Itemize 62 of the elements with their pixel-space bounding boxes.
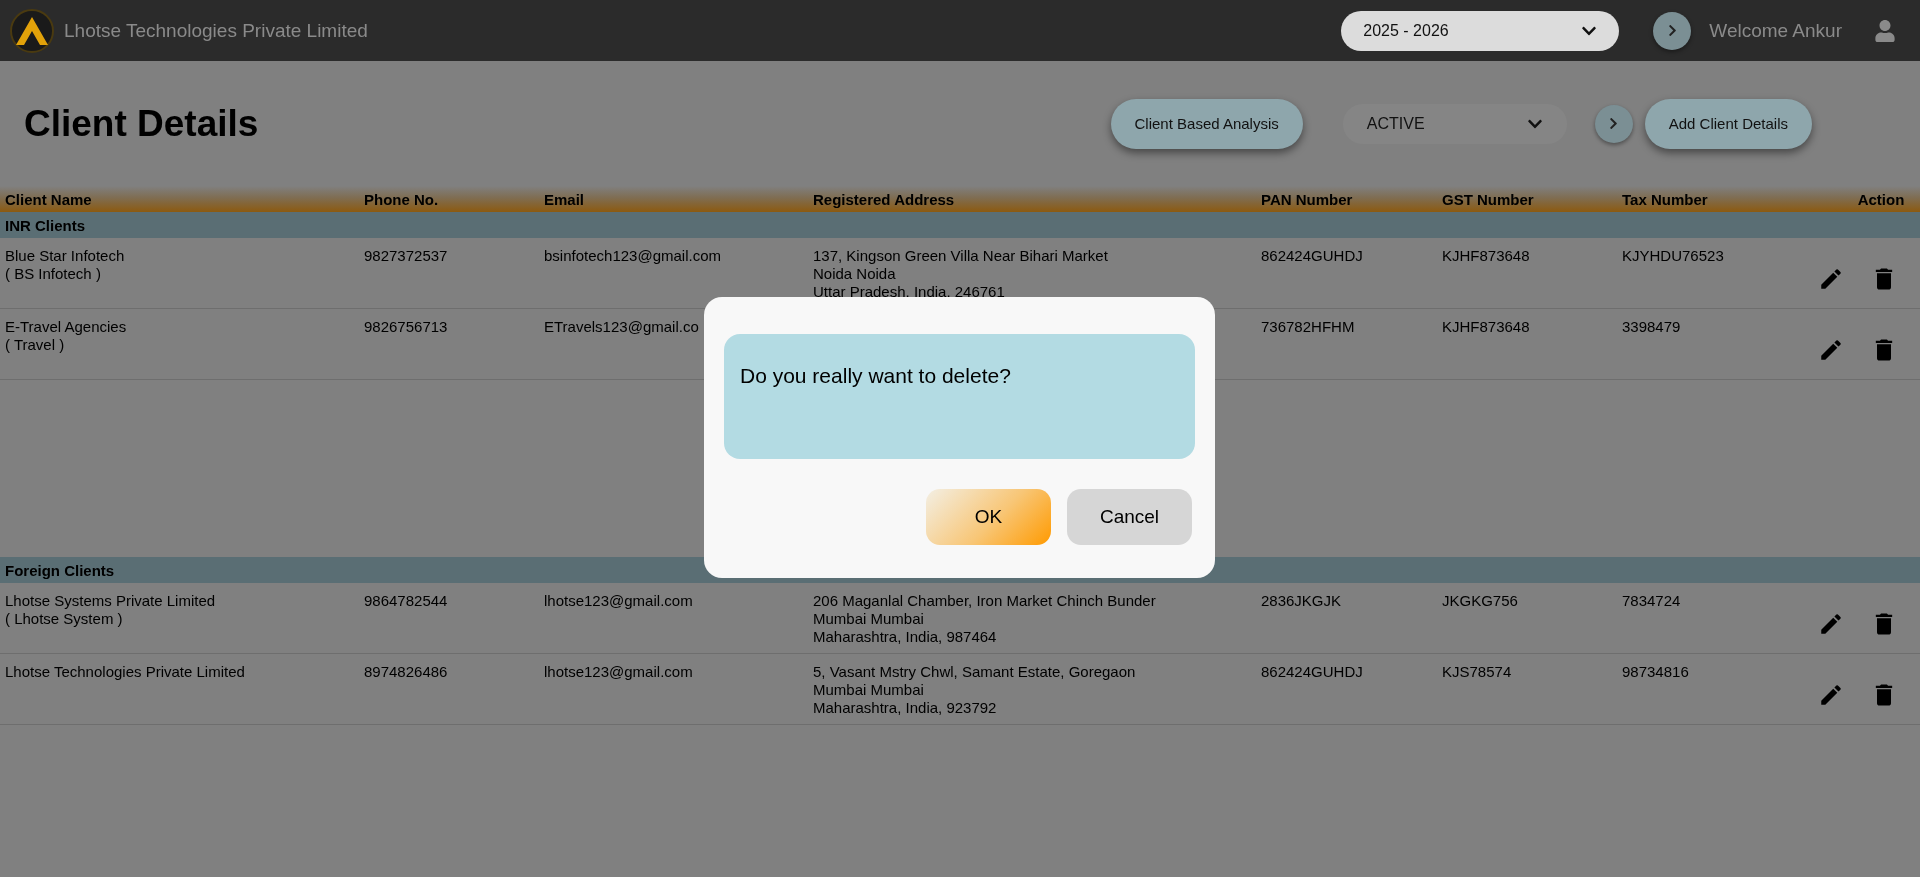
edit-icon[interactable] (1818, 682, 1844, 708)
address-line: Uttar Pradesh, India, 246761 (813, 283, 1006, 301)
address-line: Noida Noida (813, 265, 897, 283)
table-cell-text: bsinfotech123@gmail.com (544, 247, 722, 265)
table-cell-text: 9864782544 (364, 592, 449, 610)
table-cell-text: KJS78574 (1442, 663, 1513, 681)
table-cell-text: 3398479 (1622, 318, 1682, 336)
table-cell-text: 736782HFHM (1261, 318, 1356, 336)
table-cell-text: 7834724 (1622, 592, 1682, 610)
client-name: Lhotse Technologies Private Limited (5, 663, 246, 681)
table-cell-text: 862424GUHDJ (1261, 663, 1364, 681)
address-line: Mumbai Mumbai (813, 681, 925, 699)
analysis-button[interactable]: Client Based Analysis (1110, 98, 1303, 149)
table-cell-text: lhotse123@gmail.com (544, 592, 694, 610)
table-cell-text: KJHF873648 (1442, 247, 1531, 265)
add-client-button[interactable]: Add Client Details (1644, 98, 1812, 149)
column-header: GST Number (1442, 190, 1534, 208)
group-header: INR Clients (0, 212, 1920, 238)
client-alias: ( Travel ) (5, 336, 66, 354)
table-cell-text: ETravels123@gmail.co (544, 318, 700, 336)
table-cell-text: 9827372537 (364, 247, 449, 265)
column-header: Client Name (5, 190, 92, 208)
client-alias: ( Lhotse System ) (5, 610, 124, 628)
company-name: Lhotse Technologies Private Limited (64, 19, 368, 42)
edit-icon[interactable] (1818, 611, 1844, 637)
address-line: 137, Kingson Green Villa Near Bihari Market (813, 247, 1109, 265)
edit-icon[interactable] (1818, 266, 1844, 292)
client-name: Lhotse Systems Private Limited (5, 592, 217, 610)
table-cell-text: lhotse123@gmail.com (544, 663, 694, 681)
ok-button[interactable]: OK (926, 489, 1051, 545)
year-select[interactable]: 2025 - 2026 (1341, 10, 1620, 51)
welcome-text: Welcome Ankur (1709, 19, 1842, 42)
table-cell-text: JKGKG756 (1442, 592, 1519, 610)
column-header: Tax Number (1622, 190, 1708, 208)
client-alias: ( BS Infotech ) (5, 265, 102, 283)
next-button[interactable] (1653, 11, 1692, 50)
status-select[interactable]: ACTIVE (1342, 103, 1567, 144)
address-line: Maharashtra, India, 987464 (813, 628, 998, 646)
column-header: Registered Address (813, 190, 955, 208)
column-header: Action (1857, 190, 1905, 208)
table-cell-text: 9826756713 (364, 318, 449, 336)
user-icon[interactable] (1874, 19, 1896, 42)
cancel-button[interactable]: Cancel (1067, 489, 1192, 545)
address-line: 206 Maganlal Chamber, Iron Market Chinch Bunder (813, 592, 1157, 610)
table-cell-text: KJYHDU76523 (1622, 247, 1725, 265)
address-line: Maharashtra, India, 923792 (813, 699, 998, 717)
logo-icon (10, 8, 54, 53)
edit-icon[interactable] (1818, 337, 1844, 363)
column-header: PAN Number (1261, 190, 1353, 208)
table-cell-text: 98734816 (1622, 663, 1690, 681)
client-name: Blue Star Infotech (5, 247, 126, 265)
table-cell-text: KJHF873648 (1442, 318, 1531, 336)
table-cell-text: 8974826486 (364, 663, 449, 681)
page-title: Client Details (24, 102, 259, 145)
table-cell-text: 862424GUHDJ (1261, 247, 1364, 265)
address-line: Mumbai Mumbai (813, 610, 925, 628)
table-cell-text: 2836JKGJK (1261, 592, 1343, 610)
address-line: 5, Vasant Mstry Chwl, Samant Estate, Goregaon (813, 663, 1137, 681)
client-name: E-Travel Agencies (5, 318, 128, 336)
column-header: Phone No. (364, 190, 439, 208)
dialog-message: Do you really want to delete? (724, 334, 1195, 459)
column-header: Email (544, 190, 585, 208)
